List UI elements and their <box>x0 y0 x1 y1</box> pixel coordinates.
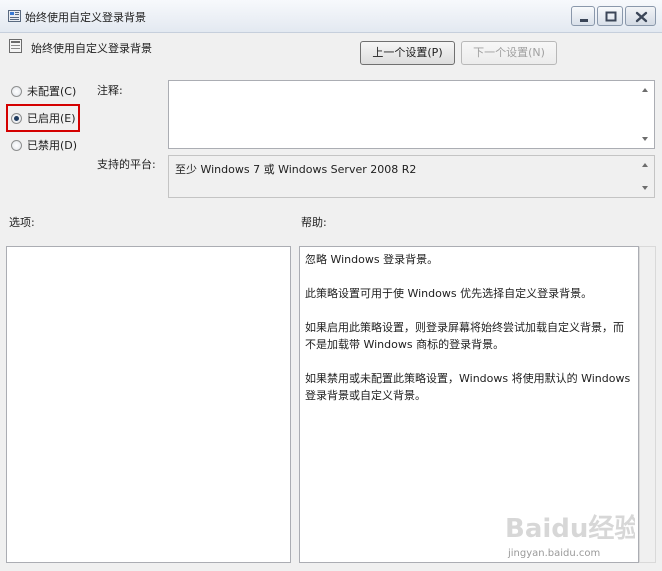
help-paragraph: 忽略 Windows 登录背景。 <box>305 253 439 266</box>
help-text: 忽略 Windows 登录背景。 此策略设置可用于使 Windows 优先选择自… <box>305 251 633 421</box>
scroll-up-icon[interactable] <box>642 88 648 92</box>
comment-scrollbar[interactable] <box>637 81 654 148</box>
close-icon <box>635 11 648 23</box>
watermark-url: jingyan.baidu.com <box>508 548 601 559</box>
policy-name: 始终使用自定义登录背景 <box>31 42 152 55</box>
scroll-up-icon[interactable] <box>642 163 648 167</box>
next-setting-button[interactable]: 下一个设置(N) <box>461 41 557 65</box>
platform-value: 至少 Windows 7 或 Windows Server 2008 R2 <box>175 163 417 176</box>
comment-label: 注释: <box>97 84 123 97</box>
maximize-button[interactable] <box>597 6 623 26</box>
minimize-button[interactable] <box>571 6 595 26</box>
help-paragraph: 如果启用此策略设置，则登录屏幕将始终尝试加载自定义背景，而不是加载带 Windo… <box>305 321 624 351</box>
highlight-annotation-box <box>6 104 80 132</box>
radio-button[interactable] <box>11 140 22 151</box>
options-label: 选项: <box>9 216 35 229</box>
watermark-logo-text: Baidu经验 <box>505 513 635 544</box>
options-panel <box>6 246 291 563</box>
title-bar: 始终使用自定义登录背景 <box>0 0 662 33</box>
radio-button[interactable] <box>11 86 22 97</box>
scroll-down-icon[interactable] <box>642 186 648 190</box>
scroll-down-icon[interactable] <box>642 137 648 141</box>
platform-label: 支持的平台: <box>97 158 156 171</box>
radio-label: 已禁用(D) <box>27 139 78 152</box>
window-title: 始终使用自定义登录背景 <box>25 11 146 24</box>
comment-textarea[interactable] <box>168 80 655 149</box>
close-button[interactable] <box>625 6 656 26</box>
previous-setting-button[interactable]: 上一个设置(P) <box>360 41 455 65</box>
platform-scrollbar[interactable] <box>637 156 654 197</box>
minimize-icon <box>580 19 588 22</box>
maximize-icon <box>605 11 617 22</box>
help-scrollbar[interactable] <box>639 246 656 563</box>
radio-label: 未配置(C) <box>27 85 77 98</box>
policy-settings-icon <box>8 10 21 22</box>
platform-field: 至少 Windows 7 或 Windows Server 2008 R2 <box>168 155 655 198</box>
help-paragraph: 此策略设置可用于使 Windows 优先选择自定义登录背景。 <box>305 287 593 300</box>
help-label: 帮助: <box>301 216 327 229</box>
help-paragraph: 如果禁用或未配置此策略设置，Windows 将使用默认的 Windows 登录背… <box>305 372 631 402</box>
policy-setting-icon <box>9 39 22 53</box>
